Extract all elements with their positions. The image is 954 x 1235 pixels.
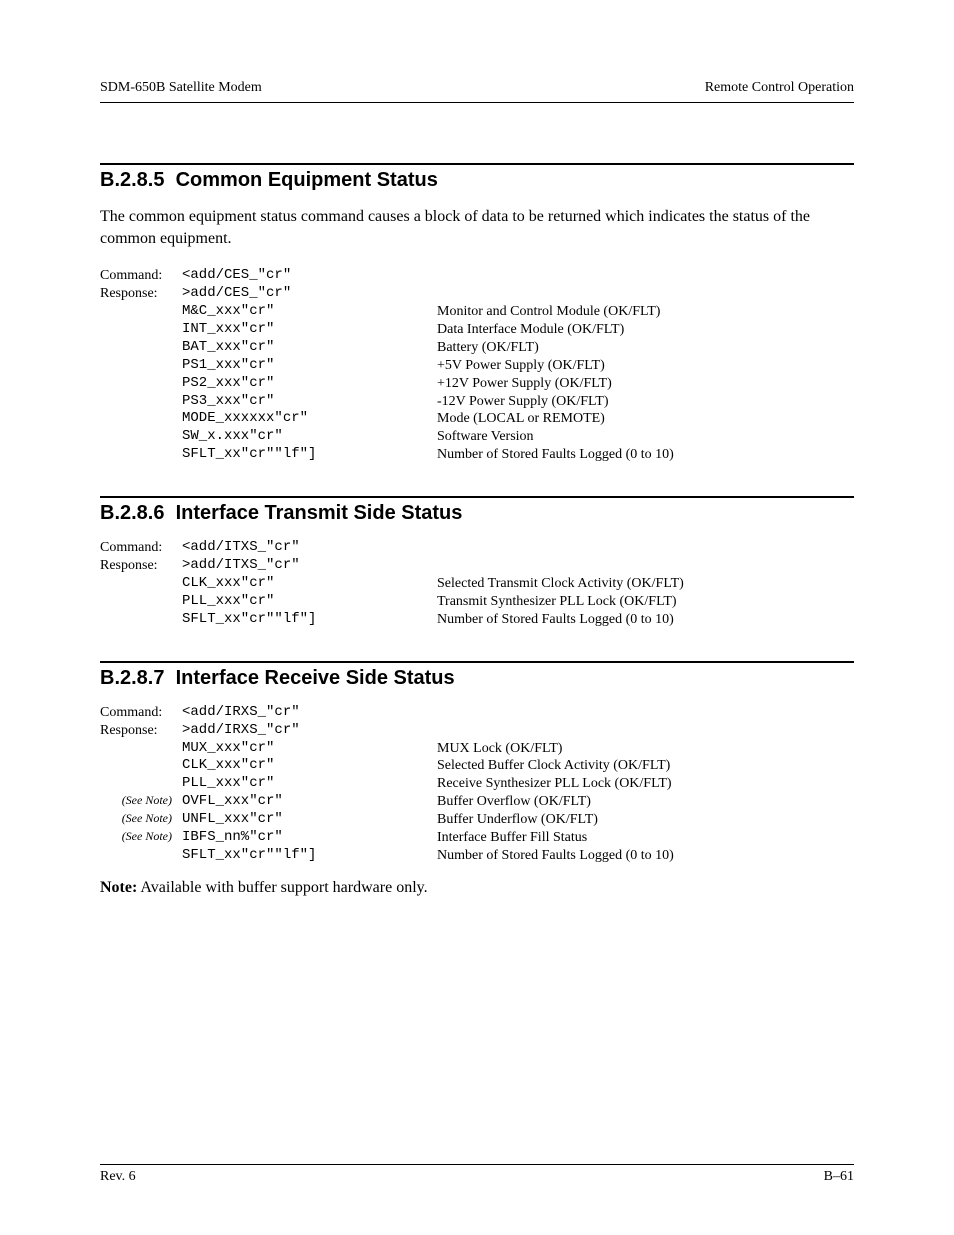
note-text: Available with buffer support hardware o…	[137, 879, 427, 896]
page-footer: Rev. 6 B–61	[100, 1164, 854, 1185]
note-label: Note:	[100, 879, 137, 896]
see-note: (See Note)	[100, 793, 182, 808]
response-code: PS2_xxx"cr"	[182, 375, 437, 393]
response-desc: Number of Stored Faults Logged (0 to 10)	[437, 446, 854, 464]
section-rule	[100, 163, 854, 165]
see-note: (See Note)	[100, 811, 182, 826]
response-code: PLL_xxx"cr"	[182, 775, 437, 793]
response-code: OVFL_xxx"cr"	[182, 793, 437, 811]
response-desc: Buffer Overflow (OK/FLT)	[437, 793, 854, 811]
response-desc: Mode (LOCAL or REMOTE)	[437, 410, 854, 428]
response-label: Response:	[100, 557, 182, 575]
response-code: SW_x.xxx"cr"	[182, 428, 437, 446]
response-desc: Receive Synthesizer PLL Lock (OK/FLT)	[437, 775, 854, 793]
response-code: CLK_xxx"cr"	[182, 575, 437, 593]
response-label: Response:	[100, 285, 182, 303]
response-code: MUX_xxx"cr"	[182, 740, 437, 758]
response-code: BAT_xxx"cr"	[182, 339, 437, 357]
section-title: Interface Receive Side Status	[176, 667, 455, 689]
header-rule	[100, 102, 854, 103]
response-code: SFLT_xx"cr""lf"]	[182, 847, 437, 865]
command-label: Command:	[100, 539, 182, 557]
section-b285: B.2.8.5 Common Equipment Status The comm…	[100, 163, 854, 464]
header-right: Remote Control Operation	[705, 80, 854, 96]
response-desc: Transmit Synthesizer PLL Lock (OK/FLT)	[437, 593, 854, 611]
section-heading: B.2.8.5 Common Equipment Status	[100, 169, 854, 192]
response-code: CLK_xxx"cr"	[182, 757, 437, 775]
response-code: SFLT_xx"cr""lf"]	[182, 611, 437, 629]
response-desc: Selected Transmit Clock Activity (OK/FLT…	[437, 575, 854, 593]
section-title: Common Equipment Status	[176, 169, 438, 191]
response-desc: Monitor and Control Module (OK/FLT)	[437, 303, 854, 321]
response-code: PS1_xxx"cr"	[182, 357, 437, 375]
response-desc: -12V Power Supply (OK/FLT)	[437, 393, 854, 411]
response-label: Response:	[100, 722, 182, 740]
response-desc: MUX Lock (OK/FLT)	[437, 740, 854, 758]
page-header: SDM-650B Satellite Modem Remote Control …	[100, 80, 854, 96]
command-block: Command: <add/ITXS_"cr" Response: >add/I…	[100, 539, 854, 629]
response-desc: Number of Stored Faults Logged (0 to 10)	[437, 611, 854, 629]
response-code: IBFS_nn%"cr"	[182, 829, 437, 847]
command-label: Command:	[100, 704, 182, 722]
response-desc: Buffer Underflow (OK/FLT)	[437, 811, 854, 829]
response-code: M&C_xxx"cr"	[182, 303, 437, 321]
response-code: PS3_xxx"cr"	[182, 393, 437, 411]
response-code: >add/CES_"cr"	[182, 285, 437, 303]
footer-rule	[100, 1164, 854, 1165]
command-block: Command: <add/IRXS_"cr" Response: >add/I…	[100, 704, 854, 865]
section-intro: The common equipment status command caus…	[100, 206, 854, 249]
note-line: Note: Available with buffer support hard…	[100, 879, 854, 897]
response-desc: Software Version	[437, 428, 854, 446]
section-b287: B.2.8.7 Interface Receive Side Status Co…	[100, 661, 854, 897]
page: SDM-650B Satellite Modem Remote Control …	[0, 0, 954, 1235]
see-note: (See Note)	[100, 829, 182, 844]
response-desc: +5V Power Supply (OK/FLT)	[437, 357, 854, 375]
response-desc: Data Interface Module (OK/FLT)	[437, 321, 854, 339]
section-heading: B.2.8.7 Interface Receive Side Status	[100, 667, 854, 690]
footer-right: B–61	[824, 1169, 854, 1185]
command-block: Command: <add/CES_"cr" Response: >add/CE…	[100, 267, 854, 464]
response-code: PLL_xxx"cr"	[182, 593, 437, 611]
response-desc: Battery (OK/FLT)	[437, 339, 854, 357]
section-number: B.2.8.6	[100, 502, 164, 524]
response-code: SFLT_xx"cr""lf"]	[182, 446, 437, 464]
response-code: INT_xxx"cr"	[182, 321, 437, 339]
section-rule	[100, 661, 854, 663]
command-code: <add/CES_"cr"	[182, 267, 437, 285]
section-b286: B.2.8.6 Interface Transmit Side Status C…	[100, 496, 854, 629]
section-rule	[100, 496, 854, 498]
response-code: UNFL_xxx"cr"	[182, 811, 437, 829]
response-desc: Number of Stored Faults Logged (0 to 10)	[437, 847, 854, 865]
section-number: B.2.8.7	[100, 667, 164, 689]
response-code: >add/ITXS_"cr"	[182, 557, 437, 575]
command-label: Command:	[100, 267, 182, 285]
response-code: >add/IRXS_"cr"	[182, 722, 437, 740]
section-heading: B.2.8.6 Interface Transmit Side Status	[100, 502, 854, 525]
header-left: SDM-650B Satellite Modem	[100, 80, 262, 96]
response-desc: +12V Power Supply (OK/FLT)	[437, 375, 854, 393]
section-title: Interface Transmit Side Status	[176, 502, 463, 524]
response-desc: Selected Buffer Clock Activity (OK/FLT)	[437, 757, 854, 775]
section-number: B.2.8.5	[100, 169, 164, 191]
footer-left: Rev. 6	[100, 1169, 136, 1185]
response-code: MODE_xxxxxx"cr"	[182, 410, 437, 428]
command-code: <add/IRXS_"cr"	[182, 704, 437, 722]
command-code: <add/ITXS_"cr"	[182, 539, 437, 557]
response-desc: Interface Buffer Fill Status	[437, 829, 854, 847]
